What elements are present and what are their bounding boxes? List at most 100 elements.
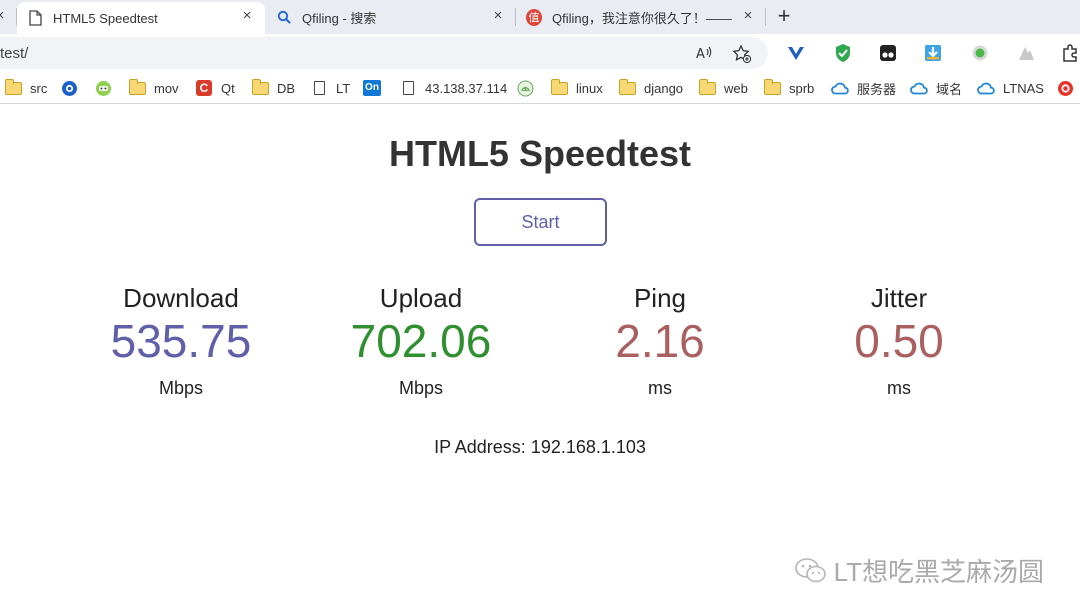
bookmark-mov[interactable]: mov [128, 78, 179, 98]
close-icon[interactable]: × [0, 8, 8, 24]
tab-html5-speedtest[interactable]: HTML5 Speedtest × [17, 2, 265, 34]
bookmarks-bar: src mov C Qt DB LT On 43.138.37.114 linu… [0, 72, 1080, 104]
address-row: test/ A [0, 34, 1080, 72]
ping-value: 2.16 [615, 315, 705, 367]
bookmark-blue-circle[interactable] [60, 78, 86, 98]
tab-strip: × HTML5 Speedtest × Qfiling - 搜索 × 值 Qfi… [0, 0, 1080, 34]
bookmark-green-face[interactable] [94, 78, 120, 98]
download-meter: Download 535.75 Mbps [61, 283, 301, 399]
zhi-icon: 值 [526, 8, 542, 26]
folder-icon [4, 78, 22, 96]
bookmark-web[interactable]: web [698, 78, 748, 98]
meter-label: Jitter [870, 283, 928, 313]
tab-previous-partial[interactable]: × [0, 2, 12, 32]
folder-icon [251, 78, 269, 96]
folder-icon [618, 78, 636, 96]
close-icon[interactable]: × [490, 8, 506, 24]
blue-circle-icon [60, 80, 78, 96]
bookmark-ltnas[interactable]: LTNAS [977, 78, 1044, 98]
bookmark-label: src [30, 80, 48, 96]
folder-icon [698, 78, 716, 96]
bookmark-ip[interactable]: 43.138.37.114 [399, 78, 507, 98]
folder-icon [128, 78, 146, 96]
new-tab-button[interactable]: + [773, 5, 795, 28]
bookmark-android[interactable] [516, 78, 542, 98]
meter-unit: Mbps [398, 378, 443, 398]
page-title: HTML5 Speedtest [388, 133, 692, 174]
android-icon [516, 80, 534, 96]
favorite-add-icon[interactable] [732, 44, 752, 64]
download-value: 535.75 [110, 315, 252, 367]
read-aloud-icon[interactable]: A [695, 44, 713, 62]
download-extension-icon[interactable] [923, 43, 943, 63]
start-button[interactable]: Start [474, 198, 607, 246]
tab-title: HTML5 Speedtest [53, 10, 158, 26]
folder-icon [763, 78, 781, 96]
meter-unit: ms [887, 378, 911, 398]
meter-unit: ms [648, 378, 672, 398]
upload-value: 702.06 [350, 315, 492, 367]
tab-title: Qfiling，我注意你很久了！——阝 [552, 10, 732, 26]
tab-qfiling-article[interactable]: 值 Qfiling，我注意你很久了！——阝 × [516, 2, 766, 32]
red-c-icon: C [195, 80, 213, 96]
bookmark-label: LTNAS [1003, 80, 1044, 96]
bookmark-label: 域名 [936, 81, 963, 97]
bookmark-label: web [724, 80, 748, 96]
svg-text:A: A [696, 47, 705, 62]
ip-address: IP Address: 192.168.1.103 [434, 437, 646, 457]
record-extension-icon[interactable] [970, 43, 990, 63]
bookmark-db[interactable]: DB [251, 78, 295, 98]
extensions-puzzle-icon[interactable] [1060, 43, 1080, 63]
tab-qfiling-search[interactable]: Qfiling - 搜索 × [266, 2, 516, 32]
search-icon [276, 9, 292, 25]
page-icon [399, 80, 417, 96]
page-icon [310, 80, 328, 96]
bookmark-lt[interactable]: LT [310, 78, 350, 98]
url-text[interactable]: test/ [0, 45, 28, 62]
bookmark-django[interactable]: django [618, 78, 683, 98]
upload-meter: Upload 702.06 Mbps [301, 283, 541, 399]
meter-label: Ping [633, 283, 687, 313]
bookmark-src[interactable]: src [4, 78, 47, 98]
bookmark-onenote[interactable]: On [363, 78, 389, 98]
mountain-extension-icon[interactable] [1016, 43, 1036, 63]
bookmark-label: sprb [789, 80, 815, 96]
bookmark-label: django [644, 80, 684, 96]
bookmark-qt[interactable]: C Qt [195, 78, 235, 98]
close-icon[interactable]: × [239, 8, 255, 24]
bookmark-label: 43.138.37.114 [425, 80, 508, 96]
tampermonkey-extension-icon[interactable] [878, 43, 898, 63]
bookmark-red-orange[interactable] [1056, 78, 1080, 98]
onenote-icon: On [363, 80, 381, 96]
meter-label: Download [123, 283, 239, 313]
red-orange-icon [1056, 80, 1074, 96]
bookmark-label: mov [154, 80, 179, 96]
shield-extension-icon[interactable] [833, 43, 853, 63]
ping-meter: Ping 2.16 ms [540, 283, 780, 399]
speedtest-page: HTML5 Speedtest Start Download 535.75 Mb… [0, 105, 1080, 615]
bookmark-servers[interactable]: 服务器 [831, 78, 896, 98]
cloud-icon [831, 80, 849, 96]
watermark: LT想吃黑芝麻汤圆 [794, 552, 1044, 589]
bookmark-label: DB [277, 80, 296, 96]
vpn-extension-icon[interactable] [786, 43, 806, 63]
tab-title: Qfiling - 搜索 [302, 10, 377, 26]
bookmark-domains[interactable]: 域名 [910, 78, 962, 98]
meter-unit: Mbps [158, 378, 203, 398]
meter-label: Upload [379, 283, 463, 313]
green-face-icon [94, 80, 112, 96]
bookmark-label: 服务器 [857, 81, 897, 97]
jitter-value: 0.50 [854, 315, 944, 367]
cloud-icon [910, 80, 928, 96]
page-icon [27, 10, 43, 26]
address-bar[interactable]: test/ A [0, 37, 768, 69]
cloud-icon [977, 80, 995, 96]
jitter-meter: Jitter 0.50 ms [779, 283, 1019, 399]
wechat-icon [794, 557, 828, 585]
bookmark-label: Qt [221, 80, 235, 96]
bookmark-sprb[interactable]: sprb [763, 78, 814, 98]
bookmark-label: LT [336, 80, 351, 96]
bookmark-linux[interactable]: linux [550, 78, 603, 98]
bookmark-label: linux [576, 80, 603, 96]
close-icon[interactable]: × [740, 8, 756, 24]
